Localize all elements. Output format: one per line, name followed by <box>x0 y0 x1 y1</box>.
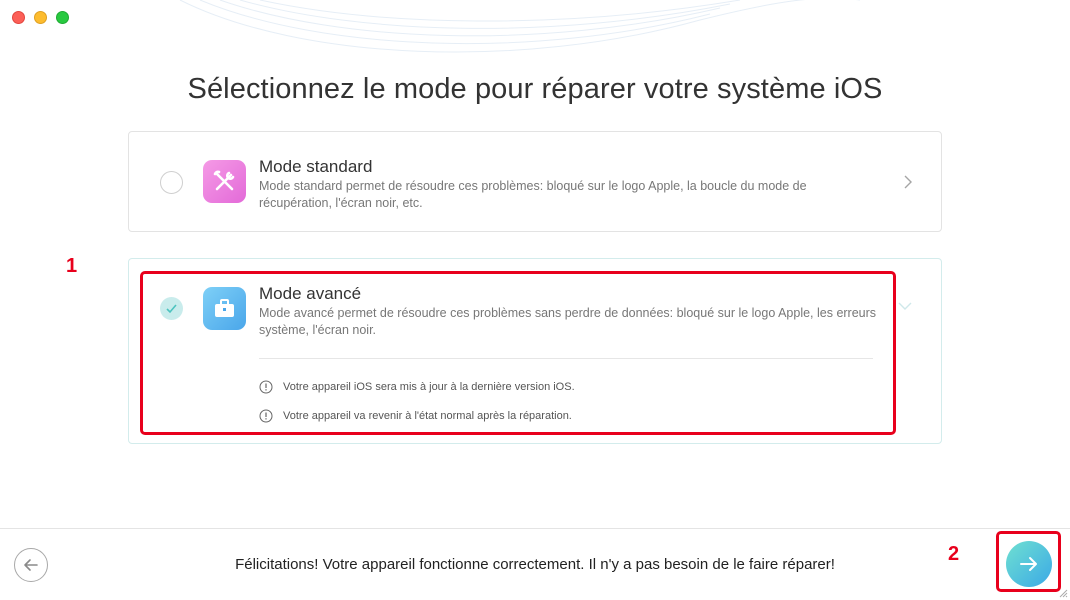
window-controls <box>12 11 69 24</box>
status-message: Félicitations! Votre appareil fonctionne… <box>235 556 835 573</box>
chevron-right-icon[interactable] <box>903 174 913 190</box>
mode-standard-radio[interactable] <box>160 171 183 194</box>
page-title: Sélectionnez le mode pour réparer votre … <box>187 73 883 105</box>
close-window-button[interactable] <box>12 11 25 24</box>
mode-standard-card[interactable]: Mode standard Mode standard permet de ré… <box>128 131 942 232</box>
tools-icon <box>203 160 246 203</box>
mode-standard-title: Mode standard <box>259 157 373 176</box>
resize-grip-icon[interactable] <box>1059 589 1068 598</box>
next-button[interactable] <box>1006 541 1052 587</box>
mode-standard-description: Mode standard permet de résoudre ces pro… <box>259 179 807 210</box>
arrow-right-icon <box>1020 557 1037 571</box>
footer-divider <box>0 528 1070 529</box>
annotation-step-1: 1 <box>66 255 78 277</box>
minimize-window-button[interactable] <box>34 11 47 24</box>
chevron-down-icon[interactable] <box>897 301 913 311</box>
annotation-highlight-advanced <box>140 271 896 435</box>
annotation-step-2: 2 <box>948 543 960 565</box>
zoom-window-button[interactable] <box>56 11 69 24</box>
